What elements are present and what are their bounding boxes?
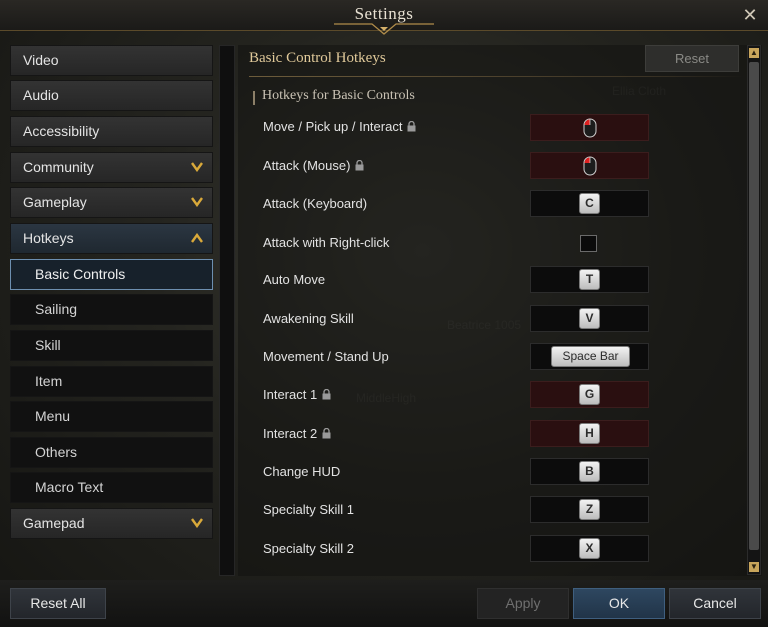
chevron-down-icon <box>191 162 203 172</box>
nav-subitem-item[interactable]: Item <box>10 366 213 397</box>
nav-item-hotkeys[interactable]: Hotkeys <box>10 223 213 254</box>
nav-item-video[interactable]: Video <box>10 45 213 76</box>
lock-icon <box>355 160 364 171</box>
reset-all-button[interactable]: Reset All <box>10 588 106 619</box>
nav-item-label: Skill <box>35 337 61 353</box>
subheading-marker <box>253 91 255 105</box>
nav-subitem-skill[interactable]: Skill <box>10 330 213 361</box>
hotkey-slot[interactable]: Space Bar <box>530 343 649 370</box>
hotkey-slot[interactable]: H <box>530 420 649 447</box>
chevron-up-icon <box>191 233 203 243</box>
hotkey-label: Change HUD <box>263 464 341 479</box>
nav-scrollbar[interactable] <box>219 45 235 576</box>
hotkey-label-text: Attack (Mouse) <box>263 158 351 173</box>
nav-subitem-basic-controls[interactable]: Basic Controls <box>10 259 213 290</box>
scroll-down-icon[interactable]: ▼ <box>749 562 759 572</box>
hotkey-slot[interactable] <box>530 114 649 141</box>
mouse-left-icon <box>583 156 597 176</box>
hotkey-label: Interact 2 <box>263 426 331 441</box>
nav-item-gamepad[interactable]: Gamepad <box>10 508 213 539</box>
nav-item-label: Item <box>35 373 63 389</box>
hotkey-label-text: Interact 1 <box>263 387 318 402</box>
hotkey-label: Attack (Mouse) <box>263 158 364 173</box>
hotkey-label: Movement / Stand Up <box>263 349 389 364</box>
nav-item-label: Others <box>35 444 78 460</box>
nav-item-community[interactable]: Community <box>10 152 213 183</box>
keycap: Space Bar <box>551 346 630 367</box>
right-click-attack-checkbox[interactable] <box>580 235 597 252</box>
close-icon[interactable]: ✕ <box>740 5 760 25</box>
title-bar: Settings ✕ <box>0 0 768 35</box>
hotkey-slot[interactable]: V <box>530 305 649 332</box>
lock-icon <box>407 121 416 132</box>
hotkey-slot[interactable]: B <box>530 458 649 485</box>
nav-item-gameplay[interactable]: Gameplay <box>10 187 213 218</box>
nav-subitem-others[interactable]: Others <box>10 437 213 468</box>
nav-item-label: Audio <box>23 87 59 103</box>
scroll-thumb[interactable] <box>749 62 759 550</box>
chevron-down-icon <box>191 197 203 207</box>
title-ornament <box>334 23 434 35</box>
lock-icon <box>322 428 331 439</box>
nav-subitem-sailing[interactable]: Sailing <box>10 294 213 325</box>
nav-item-audio[interactable]: Audio <box>10 80 213 111</box>
nav-item-label: Gamepad <box>23 515 85 531</box>
nav-item-label: Video <box>23 52 59 68</box>
hotkey-label: Attack with Right-click <box>263 235 390 250</box>
scroll-up-icon[interactable]: ▲ <box>749 48 759 58</box>
hotkey-label: Specialty Skill 1 <box>263 502 355 517</box>
hotkey-label-text: Move / Pick up / Interact <box>263 119 403 134</box>
keycap: B <box>579 461 600 482</box>
ok-button[interactable]: OK <box>573 588 665 619</box>
keycap: G <box>579 384 600 405</box>
hotkey-label: Awakening Skill <box>263 311 354 326</box>
keycap: H <box>579 423 600 444</box>
cancel-button[interactable]: Cancel <box>669 588 761 619</box>
section-subheading: Hotkeys for Basic Controls <box>262 88 415 103</box>
keycap: C <box>579 193 600 214</box>
nav-item-label: Accessibility <box>23 123 100 139</box>
panel-scrollbar[interactable]: ▲ ▼ <box>747 45 761 575</box>
hotkey-label-text: Interact 2 <box>263 426 318 441</box>
nav-item-label: Sailing <box>35 301 78 317</box>
mouse-left-icon <box>583 118 597 138</box>
window-title: Settings <box>354 4 414 23</box>
hotkey-label: Interact 1 <box>263 387 331 402</box>
nav-item-label: Macro Text <box>35 479 104 495</box>
nav-subitem-macro-text[interactable]: Macro Text <box>10 472 213 503</box>
hotkey-label: Specialty Skill 2 <box>263 541 355 556</box>
nav-subitem-menu[interactable]: Menu <box>10 401 213 432</box>
keycap: Z <box>579 499 600 520</box>
hotkey-slot[interactable]: G <box>530 381 649 408</box>
nav-item-label: Community <box>23 159 94 175</box>
nav-item-accessibility[interactable]: Accessibility <box>10 116 213 147</box>
heading-divider <box>249 76 744 77</box>
hotkey-slot[interactable]: T <box>530 266 649 293</box>
keycap: V <box>579 308 600 329</box>
reset-button[interactable]: Reset <box>645 45 739 72</box>
keycap: T <box>579 269 600 290</box>
apply-button[interactable]: Apply <box>477 588 569 619</box>
nav-item-label: Hotkeys <box>23 230 74 246</box>
nav-item-label: Basic Controls <box>35 266 126 282</box>
lock-icon <box>322 389 331 400</box>
nav-item-label: Menu <box>35 408 71 424</box>
nav-item-label: Gameplay <box>23 194 87 210</box>
keycap: X <box>579 538 600 559</box>
hotkey-slot[interactable]: X <box>530 535 649 562</box>
chevron-down-icon <box>191 518 203 528</box>
hotkey-slot[interactable]: Z <box>530 496 649 523</box>
hotkey-label: Move / Pick up / Interact <box>263 119 416 134</box>
hotkey-slot[interactable]: C <box>530 190 649 217</box>
hotkey-slot[interactable] <box>530 152 649 179</box>
hotkey-label: Auto Move <box>263 272 326 287</box>
panel-heading: Basic Control Hotkeys <box>249 50 386 66</box>
hotkey-label: Attack (Keyboard) <box>263 196 368 211</box>
